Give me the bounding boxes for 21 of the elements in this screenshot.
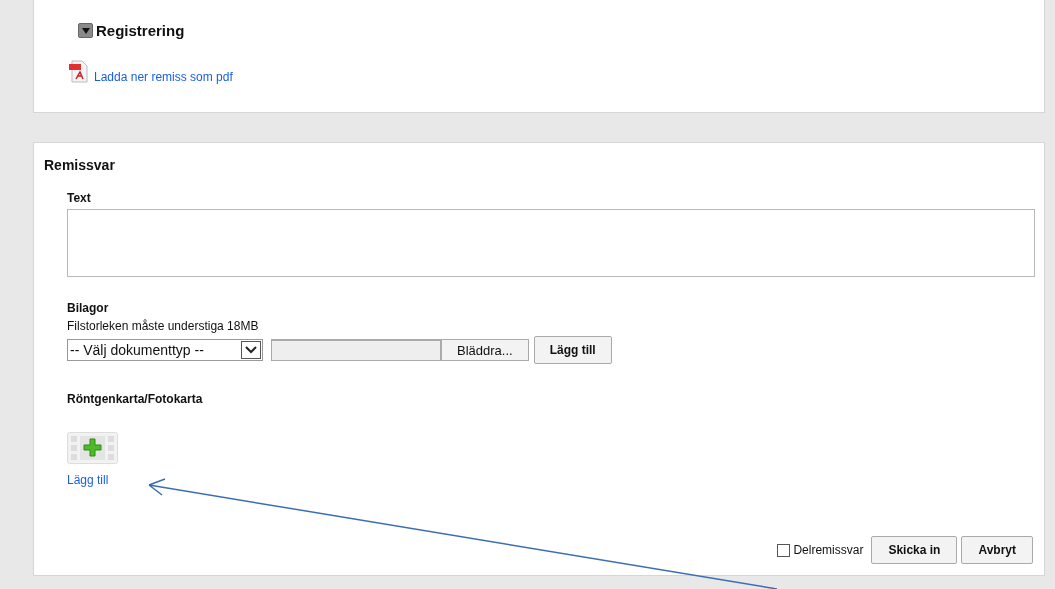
pdf-file-icon — [69, 60, 89, 84]
text-area[interactable] — [67, 209, 1035, 277]
caret-icon — [241, 341, 261, 359]
cancel-button[interactable]: Avbryt — [961, 536, 1033, 564]
submit-button[interactable]: Skicka in — [871, 536, 958, 564]
collapse-toggle-icon[interactable] — [78, 23, 93, 38]
field-label: Röntgenkarta/Fotokarta — [67, 392, 203, 406]
partial-reply-checkbox[interactable] — [777, 543, 791, 557]
file-path-field[interactable] — [271, 339, 441, 361]
checkbox-label: Delremissvar — [793, 543, 864, 557]
document-type-dropdown[interactable]: -- Välj dokumenttyp -- — [67, 339, 263, 361]
add-image-link[interactable]: Lägg till — [67, 473, 109, 487]
field-label: Bilagor — [67, 301, 109, 315]
add-button[interactable]: Lägg till — [533, 336, 612, 364]
section-title: Registrering — [96, 22, 185, 39]
section-title: Remissvar — [44, 157, 116, 173]
browse-button[interactable]: Bläddra... — [441, 339, 529, 361]
field-label: Text — [67, 191, 91, 205]
add-image-icon[interactable] — [67, 432, 118, 464]
download-pdf-link[interactable]: Ladda ner remiss som pdf — [94, 70, 233, 84]
hint-text: Filstorleken måste understiga 18MB — [67, 319, 259, 333]
